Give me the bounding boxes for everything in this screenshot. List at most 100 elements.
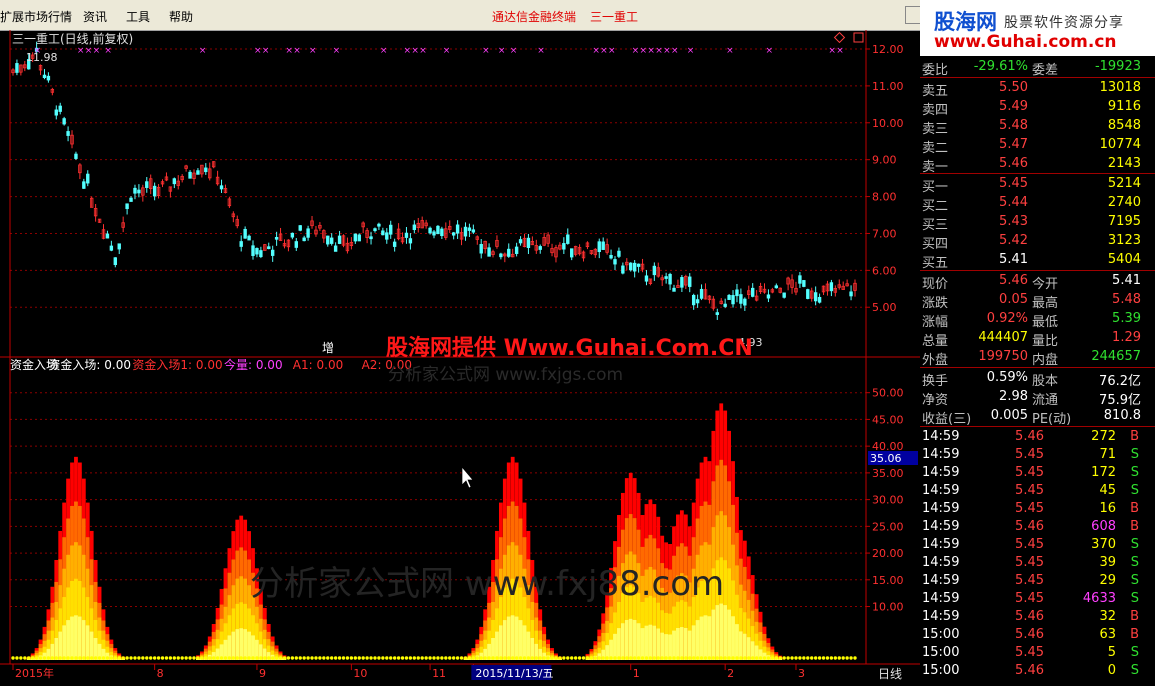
candle-body: [463, 226, 468, 237]
menu-tools[interactable]: 工具: [126, 8, 150, 25]
quote-cell: -29.61%: [973, 59, 1028, 74]
candle-body: [381, 230, 385, 236]
menu-help[interactable]: 帮助: [169, 8, 193, 25]
tick-row: 14:59 5.46 272 B: [920, 428, 1155, 446]
indicator-baseline-dots: [11, 656, 857, 660]
baseline-dot: [499, 656, 503, 660]
candle-body: [471, 229, 476, 233]
indicator-histogram: [26, 403, 783, 660]
finance-row: 收益(三) 0.005 PE(动) 810.8: [920, 407, 1155, 427]
candle-body: [601, 241, 605, 250]
baseline-dot: [337, 656, 342, 660]
candle-body: [408, 238, 413, 244]
diamond-icon[interactable]: [833, 31, 846, 44]
menu-news[interactable]: 资讯: [83, 8, 107, 25]
price-tick-label: 12.00: [872, 43, 904, 56]
candle-body: [86, 173, 90, 184]
baseline-dot: [373, 656, 377, 660]
candle-body: [290, 232, 295, 238]
candle-body: [813, 292, 818, 302]
candle-body: [247, 235, 251, 241]
quote-cell: 14:59: [922, 537, 960, 552]
sell-row: 卖一 5.46 2143: [920, 155, 1155, 175]
candle-body: [369, 236, 373, 240]
buy-row: 买四 5.42 3123: [920, 232, 1155, 252]
baseline-dot: [231, 656, 236, 660]
baseline-dot: [558, 656, 562, 660]
indicator-tick-label: 20.00: [872, 547, 904, 560]
baseline-dot: [636, 656, 641, 660]
tick-row: 14:59 5.45 172 S: [920, 464, 1155, 482]
candle-body: [62, 118, 66, 125]
baseline-dot: [389, 656, 393, 660]
baseline-dot: [853, 656, 857, 660]
baseline-dot: [46, 656, 51, 660]
window-control-button[interactable]: [905, 6, 921, 24]
quote-cell: 股本: [1032, 374, 1059, 389]
candle-body: [731, 295, 735, 305]
quote-cell: 76.2亿: [1099, 374, 1141, 389]
baseline-dot: [196, 656, 200, 660]
tick-row: 14:59 5.45 4633 S: [920, 590, 1155, 608]
baseline-dot: [156, 656, 161, 660]
candle-body: [751, 287, 755, 297]
candlestick-series: [11, 41, 857, 320]
baseline-dot: [400, 656, 405, 660]
stock-title: 三一重工: [590, 10, 639, 24]
signal-marks: × × × × × × × × × × × × × × × × × × × × × × × × × × × × × × × × × × ×: [34, 46, 844, 56]
signal-x-mark: ×: [510, 46, 518, 56]
candle-body: [743, 298, 747, 306]
signal-x-mark: ×: [443, 46, 451, 56]
signal-x-mark: ×: [600, 46, 608, 56]
square-icon[interactable]: [853, 32, 864, 43]
quote-cell: B: [1130, 627, 1139, 642]
tick-row: 14:59 5.45 45 S: [920, 482, 1155, 500]
candle-body: [680, 277, 684, 288]
baseline-dot: [70, 656, 74, 660]
current-value: 35.06: [870, 452, 902, 465]
baseline-dot: [278, 656, 283, 660]
candle-body: [251, 245, 255, 256]
quote-cell: 7195: [1107, 214, 1141, 229]
baseline-dot: [471, 656, 476, 660]
quote-cell: 5.46: [1015, 429, 1044, 444]
candle-body: [133, 187, 137, 194]
banner-url[interactable]: www.Guhai.com.cn: [934, 32, 1117, 52]
candle-body: [617, 250, 621, 257]
candle-body: [499, 253, 503, 258]
quote-cell: S: [1130, 663, 1139, 678]
quote-cell: 13018: [1099, 80, 1141, 95]
baseline-dot: [467, 656, 472, 660]
period-label[interactable]: 日线: [878, 667, 902, 681]
baseline-dot: [448, 656, 452, 660]
sell-row: 卖五 5.50 13018: [920, 79, 1155, 99]
baseline-dot: [672, 656, 676, 660]
quote-cell: 5.45: [1015, 573, 1044, 588]
sell-row: 卖二 5.47 10774: [920, 136, 1155, 156]
candle-body: [337, 235, 342, 244]
baseline-dot: [129, 656, 133, 660]
tick-row: 14:59 5.45 39 S: [920, 554, 1155, 572]
indicator-tick-label: 25.00: [872, 520, 904, 533]
candle-body: [613, 259, 617, 265]
histogram-bar: [70, 616, 74, 660]
baseline-dot: [298, 656, 302, 660]
quote-cell: S: [1130, 573, 1139, 588]
candle-body: [373, 228, 377, 232]
tick-row: 14:59 5.45 370 S: [920, 536, 1155, 554]
candle-body: [428, 227, 432, 234]
candle-body: [412, 224, 417, 231]
histogram-bar: [723, 605, 728, 660]
baseline-dot: [845, 656, 849, 660]
menu-market[interactable]: 扩展市场行情: [0, 8, 72, 25]
baseline-dot: [613, 656, 617, 660]
baseline-dot: [747, 656, 751, 660]
quote-cell: 5.44: [999, 195, 1028, 210]
candle-body: [129, 197, 133, 202]
baseline-dot: [562, 656, 566, 660]
price-axis: 12.00 11.00 10.00 9.00 8.00 7.00 6.00 5.00: [866, 43, 904, 314]
histogram-bar: [231, 631, 236, 660]
quote-cell: PE(动): [1032, 412, 1072, 427]
histogram-bar: [89, 631, 94, 660]
buy-row: 买三 5.43 7195: [920, 213, 1155, 233]
